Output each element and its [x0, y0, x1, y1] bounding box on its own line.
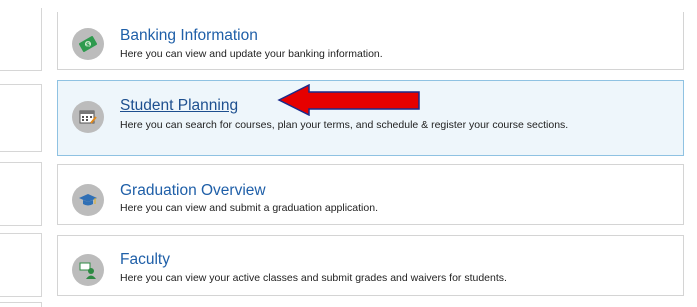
card-description: Here you can search for courses, plan yo…	[120, 119, 569, 131]
card-title[interactable]: Faculty	[120, 251, 170, 269]
self-service-menu: $ Banking Information Here you can view …	[0, 0, 697, 307]
red-arrow-annotation	[277, 84, 420, 116]
card-description: Here you can view your active classes an…	[120, 272, 507, 284]
money-icon: $	[72, 28, 104, 60]
card-title[interactable]: Student Planning	[120, 97, 238, 115]
calendar-icon	[72, 101, 104, 133]
left-panel-edge	[0, 8, 42, 71]
left-panel-edge	[0, 162, 42, 226]
card-description: Here you can view and update your bankin…	[120, 48, 383, 60]
svg-text:$: $	[86, 42, 90, 49]
card-description: Here you can view and submit a graduatio…	[120, 202, 378, 214]
left-panel-edge	[0, 233, 42, 297]
faculty-icon	[72, 254, 104, 286]
card-title[interactable]: Banking Information	[120, 27, 258, 45]
faculty-card[interactable]: Faculty Here you can view your active cl…	[57, 235, 684, 296]
graduation-overview-card[interactable]: Graduation Overview Here you can view an…	[57, 164, 684, 225]
card-title[interactable]: Graduation Overview	[120, 182, 266, 200]
left-panel-edge	[0, 302, 42, 307]
banking-information-card[interactable]: $ Banking Information Here you can view …	[57, 12, 684, 70]
graduation-cap-icon	[72, 184, 104, 216]
left-panel-edge	[0, 84, 42, 152]
